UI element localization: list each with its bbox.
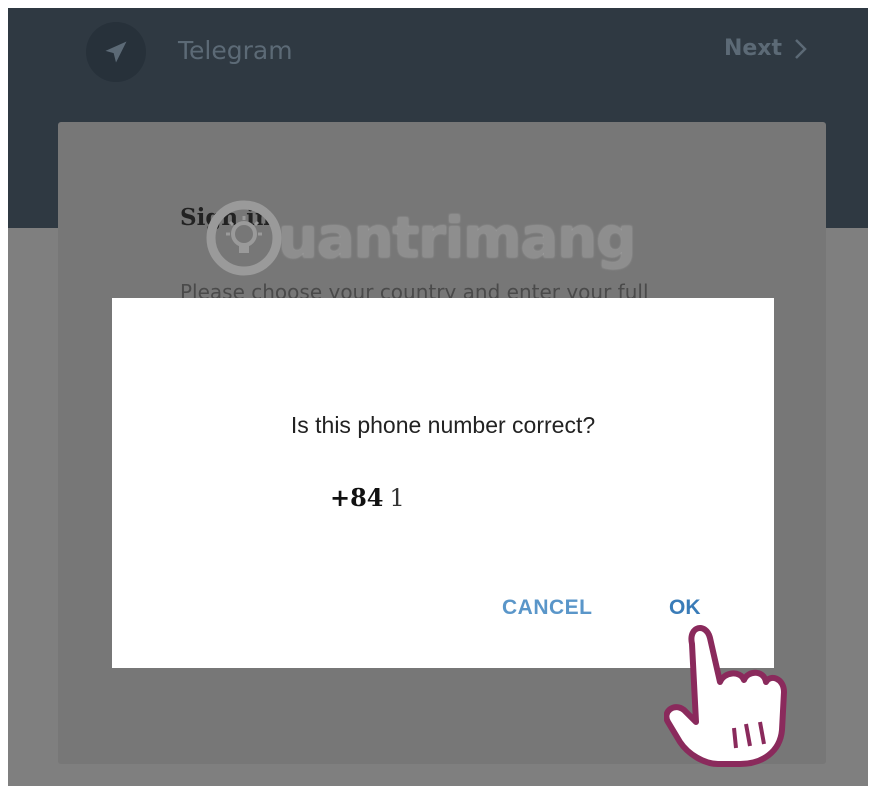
dialog-question: Is this phone number correct? (290, 412, 596, 438)
chevron-right-icon (795, 38, 807, 59)
phone-number-value: 1 (389, 484, 405, 512)
watermark: uantrimang (204, 198, 636, 278)
pointing-hand-icon (664, 625, 787, 767)
app-title: Telegram (178, 36, 293, 65)
next-button[interactable]: Next (724, 36, 808, 61)
phone-country-code: +84 (330, 483, 384, 512)
cancel-button[interactable]: CANCEL (502, 596, 593, 620)
phone-number-display: +84 1 (330, 483, 405, 512)
watermark-text: uantrimang (278, 205, 636, 271)
telegram-logo-icon (86, 22, 146, 82)
watermark-bulb-icon (206, 200, 282, 276)
app-window: Telegram Next Sign in Please choose your… (8, 8, 868, 786)
next-label: Next (723, 36, 782, 61)
